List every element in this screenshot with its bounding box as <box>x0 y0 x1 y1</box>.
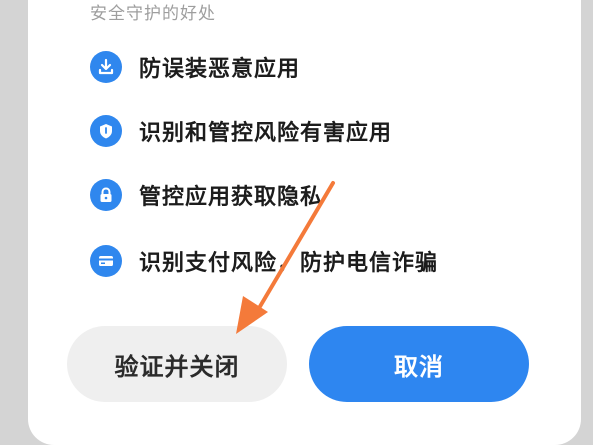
section-title: 安全守护的好处 <box>90 4 216 24</box>
benefit-label: 识别和管控风险有害应用 <box>139 121 393 146</box>
benefit-item-payment: 识别支付风险，防护电信诈骗 <box>90 243 438 279</box>
cancel-button[interactable]: 取消 <box>309 326 529 402</box>
card-icon <box>90 245 122 277</box>
security-dialog-sheet: 安全守护的好处 防误装恶意应用 识别和管控风险有害应用 管控应用获取隐私 识别支… <box>28 0 581 445</box>
benefit-item-privacy: 管控应用获取隐私 <box>90 177 323 213</box>
lock-icon <box>90 179 122 211</box>
benefit-label: 识别支付风险，防护电信诈骗 <box>139 251 439 276</box>
benefit-item-risk-apps: 识别和管控风险有害应用 <box>90 113 392 149</box>
download-icon <box>90 51 122 83</box>
verify-and-close-button[interactable]: 验证并关闭 <box>67 326 287 402</box>
benefit-item-malware: 防误装恶意应用 <box>90 49 300 85</box>
benefit-label: 管控应用获取隐私 <box>139 185 324 210</box>
benefit-label: 防误装恶意应用 <box>139 57 301 82</box>
shield-icon <box>90 115 122 147</box>
